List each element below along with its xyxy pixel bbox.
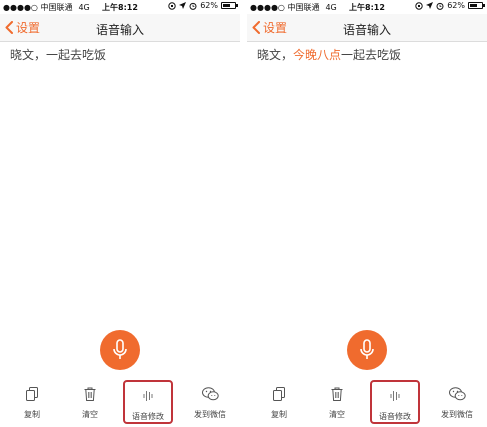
nav-bar: 设置 语音输入 [0,14,240,42]
battery-icon [221,2,238,9]
send-wechat-button[interactable]: 发到微信 [432,380,482,424]
battery-percent: 62% [200,1,218,10]
lock-rotation-icon [415,1,423,10]
send-wechat-button[interactable]: 发到微信 [185,380,235,424]
status-bar: ●●●●○ 中国联通 4G 上午8:12 62% [247,0,487,14]
transcribed-text[interactable]: 晓文，今晚八点一起去吃饭 [257,46,482,63]
voice-edit-label: 语音修改 [379,412,411,421]
trash-icon [84,387,96,401]
transcribed-text[interactable]: 晓文，一起去吃饭 [10,46,235,63]
voice-edit-label: 语音修改 [132,412,164,421]
voice-wave-icon [390,391,400,401]
copy-label: 复制 [271,410,287,419]
status-bar: ●●●●○ 中国联通 4G 上午8:12 62% [0,0,240,14]
bottom-toolbar: 复制 清空 语音修改 发到微信 [247,380,487,424]
bottom-toolbar: 复制 清空 语音修改 发到微信 [0,380,240,424]
wechat-icon [448,387,466,401]
send-wechat-label: 发到微信 [194,410,226,419]
clear-label: 清空 [329,410,345,419]
text-part-1: 晓文， [257,48,294,62]
clear-button[interactable]: 清空 [65,380,115,424]
location-icon [426,2,434,9]
page-title: 语音输入 [342,23,391,37]
screen-before-edit: ●●●●○ 中国联通 4G 上午8:12 62% 设置 语音输入 晓文，一起去吃饭… [0,0,240,427]
nav-bar: 设置 语音输入 [247,14,487,42]
text-part-1: 晓文， [10,48,47,62]
location-icon [179,2,187,9]
copy-button[interactable]: 复制 [254,380,304,424]
voice-edit-button[interactable]: 语音修改 [370,380,420,424]
clear-label: 清空 [82,410,98,419]
text-highlight: 今晚八点 [293,48,342,62]
screen-after-edit: ●●●●○ 中国联通 4G 上午8:12 62% 设置 语音输入 晓文，今晚八点一… [247,0,487,427]
trash-icon [331,387,343,401]
copy-icon [26,387,38,401]
battery-percent: 62% [447,1,465,10]
microphone-icon [113,339,127,359]
voice-wave-icon [143,391,153,401]
text-part-2: 一起去吃饭 [341,48,402,62]
battery-icon [468,2,485,9]
copy-label: 复制 [24,410,40,419]
mic-button[interactable] [347,330,387,370]
alarm-icon [189,2,197,10]
copy-button[interactable]: 复制 [7,380,57,424]
lock-rotation-icon [168,1,176,10]
text-part-2: 一起去吃饭 [46,48,107,62]
alarm-icon [436,2,444,10]
clear-button[interactable]: 清空 [312,380,362,424]
wechat-icon [201,387,219,401]
mic-button[interactable] [100,330,140,370]
copy-icon [273,387,285,401]
send-wechat-label: 发到微信 [441,410,473,419]
page-title: 语音输入 [95,23,144,37]
microphone-icon [360,339,374,359]
voice-edit-button[interactable]: 语音修改 [123,380,173,424]
